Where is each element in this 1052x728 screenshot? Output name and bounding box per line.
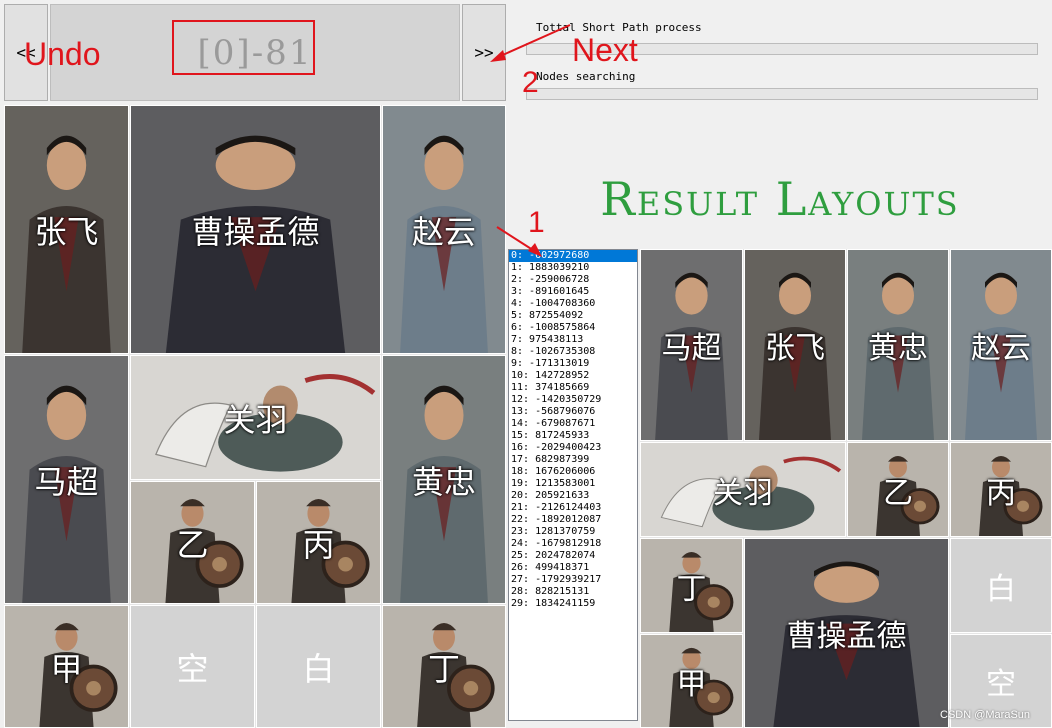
piece-name: 甲	[676, 667, 707, 702]
next-button[interactable]: >>	[462, 4, 506, 101]
piece-name: 丁	[676, 571, 707, 607]
result-layouts-title: Result Layouts	[600, 172, 960, 226]
piece-tile[interactable]: 丙	[256, 481, 381, 604]
piece-tile[interactable]: 张飞	[744, 249, 846, 441]
watermark: CSDN @MaraSun	[940, 709, 1031, 721]
result-list-item[interactable]: 20: 205921633	[509, 490, 637, 502]
next-annotation: Next	[572, 32, 638, 68]
piece-tile[interactable]: 乙	[847, 442, 949, 537]
piece-tile[interactable]: 赵云	[382, 105, 506, 354]
piece-tile[interactable]: 关羽	[130, 355, 381, 480]
counter-highlight-box	[172, 20, 315, 75]
piece-tile[interactable]: 黄忠	[847, 249, 949, 441]
next-button-label: >>	[474, 43, 494, 62]
result-list-item[interactable]: 18: 1676206006	[509, 466, 637, 478]
nodes-progress-bar	[526, 88, 1038, 100]
piece-tile[interactable]: 甲	[4, 605, 129, 728]
piece-name: 空	[176, 649, 209, 688]
result-list-item[interactable]: 13: -568796076	[509, 406, 637, 418]
result-list-item[interactable]: 19: 1213583001	[509, 478, 637, 490]
result-list-item[interactable]: 12: -1420350729	[509, 394, 637, 406]
piece-tile[interactable]: 空	[130, 605, 255, 728]
piece-name: 丁	[427, 649, 460, 688]
piece-name: 黄忠	[868, 331, 928, 366]
piece-tile[interactable]: 白	[950, 538, 1052, 633]
annotation-number-1: 1	[528, 206, 545, 239]
piece-tile[interactable]: 丁	[382, 605, 506, 728]
piece-tile[interactable]: 黄忠	[382, 355, 506, 604]
piece-tile[interactable]: 丁	[640, 538, 743, 633]
piece-tile[interactable]: 张飞	[4, 105, 129, 354]
piece-name: 空	[986, 667, 1016, 702]
piece-name: 赵云	[971, 331, 1031, 366]
result-list-item[interactable]: 8: -1026735308	[509, 346, 637, 358]
result-list-item[interactable]: 23: 1281370759	[509, 526, 637, 538]
piece-name: 乙	[176, 525, 209, 564]
piece-tile[interactable]: 曹操孟德	[744, 538, 949, 728]
undo-annotation: Undo	[24, 36, 101, 72]
result-list-items: 0: -602972680 1: 1883039210 2: -259006728 3…	[509, 250, 637, 610]
piece-name: 曹操孟德	[786, 619, 907, 654]
piece-name: 白	[302, 649, 335, 688]
piece-name: 马超	[34, 462, 99, 501]
result-list-item[interactable]: 21: -2126124403	[509, 502, 637, 514]
piece-tile[interactable]: 曹操孟德	[130, 105, 381, 354]
piece-tile[interactable]: 马超	[640, 249, 743, 441]
result-list-item[interactable]: 2: -259006728	[509, 274, 637, 286]
result-list-item[interactable]: 15: 817245933	[509, 430, 637, 442]
piece-name: 关羽	[713, 475, 773, 511]
piece-tile[interactable]: 乙	[130, 481, 255, 604]
piece-name: 赵云	[411, 212, 476, 251]
result-list-item[interactable]: 28: 828215131	[509, 586, 637, 598]
piece-name: 白	[986, 571, 1016, 607]
piece-tile[interactable]: 白	[256, 605, 381, 728]
result-list-item[interactable]: 0: -602972680	[509, 250, 637, 262]
piece-name: 曹操孟德	[191, 212, 320, 251]
result-list-item[interactable]: 22: -1892012087	[509, 514, 637, 526]
result-list-item[interactable]: 29: 1834241159	[509, 598, 637, 610]
result-list-item[interactable]: 25: 2024782074	[509, 550, 637, 562]
annotation-number-2: 2	[522, 66, 539, 99]
right-board: 马超 张飞 黄忠 赵云 关羽 乙 丙 丁 曹操孟德 白 甲 空	[640, 249, 1052, 728]
piece-tile[interactable]: 关羽	[640, 442, 846, 537]
result-list-item[interactable]: 10: 142728952	[509, 370, 637, 382]
result-list-item[interactable]: 3: -891601645	[509, 286, 637, 298]
result-list-item[interactable]: 24: -1679812918	[509, 538, 637, 550]
result-list-item[interactable]: 7: 975438113	[509, 334, 637, 346]
result-list-item[interactable]: 1: 1883039210	[509, 262, 637, 274]
piece-name: 丙	[986, 475, 1016, 511]
result-list-item[interactable]: 27: -1792939217	[509, 574, 637, 586]
result-list-item[interactable]: 17: 682987399	[509, 454, 637, 466]
result-list-item[interactable]: 4: -1004708360	[509, 298, 637, 310]
piece-name: 马超	[661, 331, 722, 366]
piece-name: 甲	[50, 649, 83, 688]
result-list-item[interactable]: 9: -171313019	[509, 358, 637, 370]
piece-name: 张飞	[34, 212, 99, 251]
result-list-item[interactable]: 11: 374185669	[509, 382, 637, 394]
piece-tile[interactable]: 丙	[950, 442, 1052, 537]
result-list[interactable]: 0: -602972680 1: 1883039210 2: -259006728 3…	[508, 249, 638, 721]
piece-name: 张飞	[765, 331, 825, 366]
piece-name: 丙	[302, 525, 335, 564]
piece-tile[interactable]: 赵云	[950, 249, 1052, 441]
piece-tile[interactable]: 马超	[4, 355, 129, 604]
result-list-item[interactable]: 16: -2029400423	[509, 442, 637, 454]
piece-name: 关羽	[223, 400, 288, 439]
result-list-item[interactable]: 26: 499418371	[509, 562, 637, 574]
result-list-item[interactable]: 14: -679087671	[509, 418, 637, 430]
left-board: 张飞 曹操孟德 赵云 马超 关羽 黄忠 乙 丙 甲 空 白 丁	[4, 105, 506, 728]
result-list-item[interactable]: 5: 872554092	[509, 310, 637, 322]
piece-name: 黄忠	[411, 462, 476, 501]
result-list-item[interactable]: 6: -1008575864	[509, 322, 637, 334]
nodes-progress-label: Nodes searching	[536, 70, 636, 83]
piece-tile[interactable]: 甲	[640, 634, 743, 728]
piece-name: 乙	[883, 475, 913, 511]
